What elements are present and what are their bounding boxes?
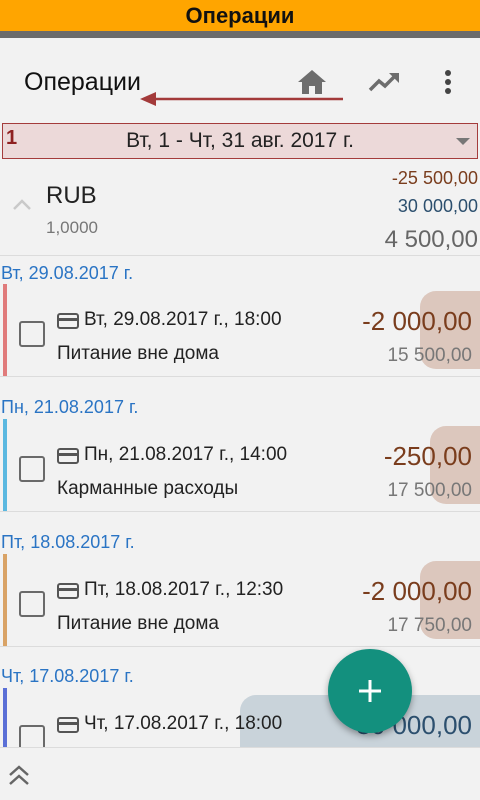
income-total: 30 000,00	[397, 196, 478, 216]
exchange-rate: 1,0000	[46, 218, 98, 237]
bottom-bar	[0, 747, 480, 800]
transaction-amount: -2 000,00	[362, 576, 472, 606]
transaction-datetime: Пт, 18.08.2017 г., 12:30	[84, 579, 284, 600]
dropdown-caret-icon	[456, 138, 470, 145]
balance-total: 4 500,00	[384, 226, 478, 253]
select-checkbox[interactable]	[19, 591, 45, 617]
transaction-row[interactable]: Пн, 21.08.2017 г., 14:00 Карманные расхо…	[0, 418, 480, 512]
credit-card-icon	[57, 448, 79, 464]
credit-card-icon	[57, 583, 79, 599]
running-balance: 17 750,00	[387, 615, 472, 636]
transaction-category: Питание вне дома	[57, 343, 219, 364]
category-color-bar	[3, 554, 7, 646]
transaction-amount: -2 000,00	[362, 306, 472, 336]
category-color-bar	[3, 419, 7, 511]
date-header: Пн, 21.08.2017 г.	[1, 397, 139, 417]
date-header: Пт, 18.08.2017 г.	[1, 532, 135, 552]
transaction-datetime: Вт, 29.08.2017 г., 18:00	[84, 309, 282, 330]
period-selector[interactable]: 1 Вт, 1 - Чт, 31 авг. 2017 г.	[2, 123, 478, 159]
annotation-arrow	[140, 92, 343, 106]
page-title: Операции	[24, 68, 141, 96]
transaction-category: Карманные расходы	[57, 478, 239, 499]
more-vertical-icon[interactable]	[430, 64, 466, 100]
date-header: Вт, 29.08.2017 г.	[1, 263, 134, 283]
period-label: Вт, 1 - Чт, 31 авг. 2017 г.	[126, 129, 354, 152]
credit-card-icon	[57, 313, 79, 329]
chevron-up-icon[interactable]	[12, 197, 32, 211]
app-bar: Операции	[0, 38, 480, 122]
plus-icon	[359, 680, 381, 702]
transaction-datetime: Чт, 17.08.2017 г., 18:00	[84, 713, 283, 734]
window-title-banner: Операции	[0, 0, 480, 31]
currency-code: RUB	[46, 182, 97, 209]
currency-summary[interactable]: RUB 1,0000 -25 500,00 30 000,00 4 500,00	[0, 160, 480, 256]
banner-divider	[0, 31, 480, 38]
running-balance: 17 500,00	[387, 480, 472, 501]
add-operation-button[interactable]	[328, 649, 412, 733]
transaction-row[interactable]: Вт, 29.08.2017 г., 18:00 Питание вне дом…	[0, 283, 480, 377]
transaction-amount: -250,00	[383, 441, 472, 471]
select-checkbox[interactable]	[19, 456, 45, 482]
double-chevron-up-icon[interactable]	[6, 762, 32, 788]
category-color-bar	[3, 284, 7, 376]
trending-up-icon[interactable]	[366, 64, 402, 100]
transaction-datetime: Пн, 21.08.2017 г., 14:00	[84, 444, 288, 465]
transaction-row[interactable]: Пт, 18.08.2017 г., 12:30 Питание вне дом…	[0, 553, 480, 647]
running-balance: 15 500,00	[387, 345, 472, 366]
credit-card-icon	[57, 717, 79, 733]
transaction-category: Питание вне дома	[57, 613, 219, 634]
expense-total: -25 500,00	[391, 168, 478, 188]
select-checkbox[interactable]	[19, 321, 45, 347]
